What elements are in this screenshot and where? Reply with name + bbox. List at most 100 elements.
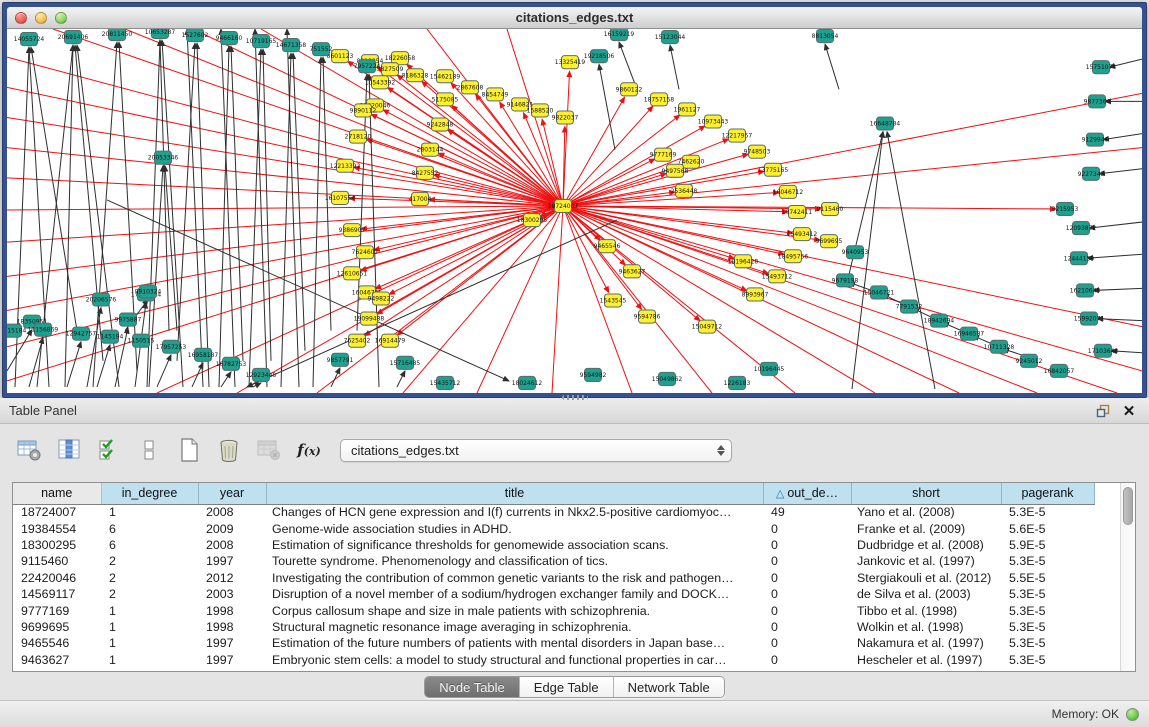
- table-row[interactable]: 946554611997Estimation of the future num…: [13, 635, 1094, 651]
- table-cell[interactable]: 1997: [198, 635, 266, 651]
- network-edge[interactable]: [75, 45, 103, 361]
- tab-edge-table[interactable]: Edge Table: [520, 677, 614, 697]
- delete-column-button[interactable]: [214, 435, 244, 465]
- network-edge[interactable]: [563, 206, 700, 321]
- table-cell[interactable]: 18724007: [13, 504, 101, 520]
- table-row[interactable]: 977716911998Corpus callosum shape and si…: [13, 602, 1094, 618]
- table-cell[interactable]: 9115460: [13, 553, 101, 569]
- vertical-scrollbar[interactable]: [1120, 483, 1135, 671]
- table-cell[interactable]: Embryonic stem cells: a model to study s…: [266, 652, 763, 668]
- table-cell[interactable]: 0: [763, 520, 851, 536]
- network-edge[interactable]: [177, 43, 195, 361]
- table-cell[interactable]: Stergiakouli et al. (2012): [851, 570, 1001, 586]
- close-icon[interactable]: ✕: [1121, 403, 1137, 419]
- table-row[interactable]: 1872400712008Changes of HCN gene express…: [13, 504, 1094, 520]
- network-edge[interactable]: [293, 53, 305, 351]
- table-cell[interactable]: 1: [101, 504, 198, 520]
- table-cell[interactable]: 0: [763, 570, 851, 586]
- table-cell[interactable]: 2003: [198, 586, 266, 602]
- table-cell[interactable]: 49: [763, 504, 851, 520]
- network-edge[interactable]: [249, 49, 261, 387]
- table-cell[interactable]: 5.3E-5: [1001, 619, 1094, 635]
- table-cell[interactable]: Structural magnetic resonance image aver…: [266, 619, 763, 635]
- table-cell[interactable]: 9463627: [13, 652, 101, 668]
- table-cell[interactable]: Genome-wide association studies in ADHD.: [266, 520, 763, 536]
- column-header-short[interactable]: short: [851, 483, 1001, 504]
- network-edge[interactable]: [825, 44, 839, 89]
- network-edge[interactable]: [563, 206, 747, 291]
- column-header-out_de[interactable]: △out_de…: [763, 483, 851, 504]
- scrollbar-thumb[interactable]: [1123, 487, 1133, 525]
- tab-node-table[interactable]: Node Table: [425, 677, 520, 697]
- function-builder-button[interactable]: f(x): [294, 435, 324, 465]
- table-row[interactable]: 1938455462009Genome-wide association stu…: [13, 520, 1094, 536]
- table-row[interactable]: 1456911722003Disruption of a novel membe…: [13, 586, 1094, 602]
- network-edge[interactable]: [448, 130, 563, 206]
- table-cell[interactable]: 2: [101, 553, 198, 569]
- close-button[interactable]: [15, 12, 27, 24]
- network-edge[interactable]: [157, 355, 171, 387]
- network-edge[interactable]: [187, 29, 203, 387]
- column-header-name[interactable]: name: [13, 483, 101, 504]
- table-row[interactable]: 946362711997Embryonic stem cells: a mode…: [13, 652, 1094, 668]
- table-cell[interactable]: Estimation of the future numbers of pati…: [266, 635, 763, 651]
- table-cell[interactable]: 5.3E-5: [1001, 635, 1094, 651]
- network-edge[interactable]: [7, 206, 563, 347]
- network-edge[interactable]: [7, 57, 563, 206]
- table-cell[interactable]: 6: [101, 537, 198, 553]
- table-row[interactable]: 2242004622012Investigating the contribut…: [13, 570, 1094, 586]
- column-header-title[interactable]: title: [266, 483, 763, 504]
- network-edge[interactable]: [1087, 254, 1142, 258]
- column-header-pagerank[interactable]: pagerank: [1001, 483, 1094, 504]
- table-cell[interactable]: 14569117: [13, 586, 101, 602]
- table-cell[interactable]: 1: [101, 619, 198, 635]
- table-cell[interactable]: Estimation of significance thresholds fo…: [266, 537, 763, 553]
- minimize-button[interactable]: [35, 12, 47, 24]
- table-cell[interactable]: Investigating the contribution of common…: [266, 570, 763, 586]
- table-cell[interactable]: 0: [763, 602, 851, 618]
- table-cell[interactable]: Nakamura et al. (1997): [851, 635, 1001, 651]
- float-window-icon[interactable]: [1095, 403, 1111, 419]
- table-select-dropdown[interactable]: citations_edges.txt: [340, 439, 732, 462]
- network-edge[interactable]: [7, 87, 563, 206]
- table-cell[interactable]: 9777169: [13, 602, 101, 618]
- table-cell[interactable]: 1997: [198, 553, 266, 569]
- select-columns-button[interactable]: [54, 435, 84, 465]
- table-cell[interactable]: 1998: [198, 602, 266, 618]
- network-edge[interactable]: [887, 132, 935, 389]
- network-edge[interactable]: [197, 43, 209, 387]
- table-row[interactable]: 911546021997Tourette syndrome. Phenomeno…: [13, 553, 1094, 569]
- table-cell[interactable]: Wolkin et al. (1998): [851, 619, 1001, 635]
- column-header-year[interactable]: year: [198, 483, 266, 504]
- deselect-all-button[interactable]: [134, 435, 164, 465]
- table-cell[interactable]: 5.3E-5: [1001, 586, 1094, 602]
- table-cell[interactable]: 5.3E-5: [1001, 602, 1094, 618]
- network-edge[interactable]: [29, 338, 43, 387]
- table-cell[interactable]: 0: [763, 553, 851, 569]
- select-all-button[interactable]: [94, 435, 124, 465]
- tab-network-table[interactable]: Network Table: [614, 677, 724, 697]
- table-cell[interactable]: 5.3E-5: [1001, 652, 1094, 668]
- network-edge[interactable]: [1093, 288, 1142, 290]
- table-cell[interactable]: de Silva et al. (2003): [851, 586, 1001, 602]
- network-edge[interactable]: [563, 71, 570, 206]
- network-edge[interactable]: [7, 206, 563, 210]
- network-edge[interactable]: [397, 371, 405, 387]
- table-cell[interactable]: 22420046: [13, 570, 101, 586]
- table-cell[interactable]: 19384554: [13, 520, 101, 536]
- table-cell[interactable]: Corpus callosum shape and size in male p…: [266, 602, 763, 618]
- new-column-button[interactable]: [174, 435, 204, 465]
- network-edge[interactable]: [563, 206, 1142, 371]
- network-canvas[interactable]: 1872400786011238912954182260589827509818…: [7, 29, 1142, 393]
- table-cell[interactable]: 9699695: [13, 619, 101, 635]
- network-edge[interactable]: [403, 206, 563, 393]
- network-edge[interactable]: [599, 64, 615, 149]
- table-cell[interactable]: 5.3E-5: [1001, 504, 1094, 520]
- table-cell[interactable]: 9465546: [13, 635, 101, 651]
- table-cell[interactable]: 1: [101, 652, 198, 668]
- network-edge[interactable]: [192, 363, 203, 387]
- table-cell[interactable]: Franke et al. (2009): [851, 520, 1001, 536]
- table-cell[interactable]: Tibbo et al. (1998): [851, 602, 1001, 618]
- table-cell[interactable]: 5.3E-5: [1001, 553, 1094, 569]
- table-cell[interactable]: 2008: [198, 537, 266, 553]
